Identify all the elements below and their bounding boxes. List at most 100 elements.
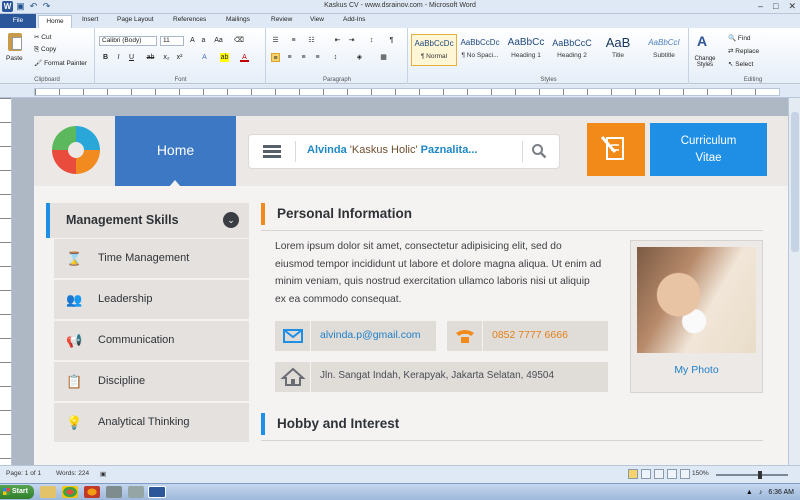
subscript-button[interactable]: x₂ bbox=[162, 53, 171, 62]
web-layout-button[interactable] bbox=[654, 469, 664, 479]
email-icon-box bbox=[275, 321, 311, 351]
numbering-button[interactable]: ≡ bbox=[289, 36, 298, 45]
email-box: alvinda.p@gmail.com bbox=[275, 321, 436, 351]
change-case-button[interactable]: Aa bbox=[214, 36, 223, 45]
tab-home[interactable]: Home bbox=[38, 15, 72, 28]
style-no-spacing[interactable]: AaBbCcDc ¶ No Spaci... bbox=[457, 34, 503, 66]
style-normal-sample: AaBbCcDc bbox=[414, 39, 454, 48]
firefox-icon[interactable] bbox=[84, 486, 100, 498]
volume-icon[interactable]: ♪ bbox=[759, 489, 763, 496]
grow-font-button[interactable]: A bbox=[188, 36, 197, 45]
cut-button[interactable]: ✂ Cut bbox=[34, 33, 51, 41]
zoom-slider[interactable] bbox=[716, 471, 788, 479]
font-size-select[interactable]: 11 bbox=[160, 36, 184, 46]
align-center-button[interactable]: ≡ bbox=[285, 53, 294, 62]
underline-button[interactable]: U bbox=[127, 53, 136, 62]
align-right-button[interactable]: ≡ bbox=[299, 53, 308, 62]
cv-title-line1: Curriculum bbox=[680, 135, 737, 147]
tab-insert[interactable]: Insert bbox=[82, 16, 98, 23]
sort-button[interactable]: ↕ bbox=[367, 36, 376, 45]
clipboard-icon: 📋 bbox=[66, 374, 83, 389]
text-effects-button[interactable]: A bbox=[200, 53, 209, 62]
horizontal-ruler[interactable] bbox=[0, 85, 800, 98]
chrome-icon[interactable] bbox=[62, 486, 78, 498]
paste-button[interactable]: Paste bbox=[6, 55, 23, 62]
style-title[interactable]: AaB Title bbox=[595, 34, 641, 66]
highlight-button[interactable]: ab bbox=[220, 53, 229, 62]
explorer-icon[interactable] bbox=[40, 486, 56, 498]
style-heading-2[interactable]: AaBbCcC Heading 2 bbox=[549, 34, 595, 66]
proofing-icon[interactable]: ▣ bbox=[100, 470, 106, 478]
photo-caption: My Photo bbox=[674, 364, 719, 376]
show-marks-button[interactable]: ¶ bbox=[387, 36, 396, 45]
bold-button[interactable]: B bbox=[101, 53, 110, 62]
skills-heading-label: Management Skills bbox=[66, 213, 179, 227]
line-spacing-button[interactable]: ↕ bbox=[331, 53, 340, 62]
borders-button[interactable]: ▦ bbox=[379, 53, 388, 62]
find-button[interactable]: 🔍 Find bbox=[728, 34, 751, 42]
print-layout-button[interactable] bbox=[628, 469, 638, 479]
align-left-button[interactable]: ≡ bbox=[271, 53, 280, 62]
ruler-scale bbox=[34, 88, 780, 96]
network-icon[interactable]: ▲ bbox=[746, 489, 753, 496]
clock[interactable]: 6:36 AM bbox=[768, 489, 794, 496]
close-button[interactable]: ✕ bbox=[788, 1, 796, 12]
start-button[interactable]: Start bbox=[0, 485, 34, 499]
app-icon[interactable] bbox=[128, 486, 144, 498]
shading-button[interactable]: ◈ bbox=[355, 53, 364, 62]
style-subtitle[interactable]: AaBbCcI Subtitle bbox=[641, 34, 687, 66]
tab-mailings[interactable]: Mailings bbox=[226, 16, 250, 23]
outline-button[interactable] bbox=[667, 469, 677, 479]
copy-button[interactable]: ⎘ Copy bbox=[34, 46, 56, 54]
tab-view[interactable]: View bbox=[310, 16, 324, 23]
strikethrough-button[interactable]: ab bbox=[146, 53, 155, 62]
word-taskbar-icon[interactable] bbox=[148, 486, 166, 498]
word-count[interactable]: Words: 224 bbox=[56, 470, 89, 477]
page-count[interactable]: Page: 1 of 1 bbox=[6, 470, 41, 477]
draft-button[interactable] bbox=[680, 469, 690, 479]
tab-references[interactable]: References bbox=[173, 16, 206, 23]
phone-icon bbox=[456, 330, 474, 343]
italic-button[interactable]: I bbox=[114, 53, 123, 62]
maximize-button[interactable]: □ bbox=[773, 1, 778, 12]
zoom-level[interactable]: 150% bbox=[692, 470, 709, 477]
bullets-button[interactable]: ☰ bbox=[271, 36, 280, 45]
change-styles-button[interactable]: Change Styles bbox=[690, 56, 720, 68]
shrink-font-button[interactable]: a bbox=[199, 36, 208, 45]
full-screen-button[interactable] bbox=[641, 469, 651, 479]
section-divider bbox=[261, 230, 763, 231]
cv-title-line2: Vitae bbox=[695, 152, 722, 164]
select-button[interactable]: ↖ Select bbox=[728, 60, 753, 68]
change-styles-icon[interactable]: A bbox=[697, 33, 711, 51]
tab-add-ins[interactable]: Add-Ins bbox=[343, 16, 365, 23]
vertical-scrollbar[interactable] bbox=[788, 98, 800, 465]
style-normal[interactable]: AaBbCcDc ¶ Normal bbox=[411, 34, 457, 66]
clear-format-button[interactable]: ⌫ bbox=[234, 36, 244, 45]
vertical-ruler[interactable] bbox=[0, 98, 12, 465]
scrollbar-thumb[interactable] bbox=[791, 112, 799, 252]
multilevel-list-button[interactable]: ☷ bbox=[307, 36, 316, 45]
decrease-indent-button[interactable]: ⇤ bbox=[333, 36, 342, 45]
tab-file[interactable]: File bbox=[0, 14, 36, 28]
superscript-button[interactable]: x² bbox=[175, 53, 184, 62]
justify-button[interactable]: ≡ bbox=[313, 53, 322, 62]
document-page[interactable]: Home Alvinda 'Kaskus Holic' Paznalita...… bbox=[34, 116, 788, 465]
people-icon: 👥 bbox=[66, 292, 83, 307]
format-painter-button[interactable]: 🖌 Format Painter bbox=[34, 59, 87, 67]
tab-page-layout[interactable]: Page Layout bbox=[117, 16, 154, 23]
replace-button[interactable]: ⇄ Replace bbox=[728, 47, 759, 55]
style-title-sample: AaB bbox=[605, 35, 631, 50]
skills-heading: Management Skills ⌄ bbox=[46, 203, 249, 238]
minimize-button[interactable]: – bbox=[758, 1, 763, 12]
profile-photo bbox=[637, 247, 756, 353]
font-color-button[interactable]: A bbox=[240, 53, 249, 62]
style-heading-1[interactable]: AaBbCc Heading 1 bbox=[503, 34, 549, 66]
font-name-select[interactable]: Calibri (Body) bbox=[99, 36, 157, 46]
tab-review[interactable]: Review bbox=[271, 16, 292, 23]
name-bar-divider bbox=[295, 141, 296, 162]
edit-document-icon bbox=[587, 123, 645, 176]
styles-group-label: Styles bbox=[540, 77, 557, 83]
paste-icon[interactable] bbox=[8, 33, 22, 51]
media-icon[interactable] bbox=[106, 486, 122, 498]
increase-indent-button[interactable]: ⇥ bbox=[347, 36, 356, 45]
